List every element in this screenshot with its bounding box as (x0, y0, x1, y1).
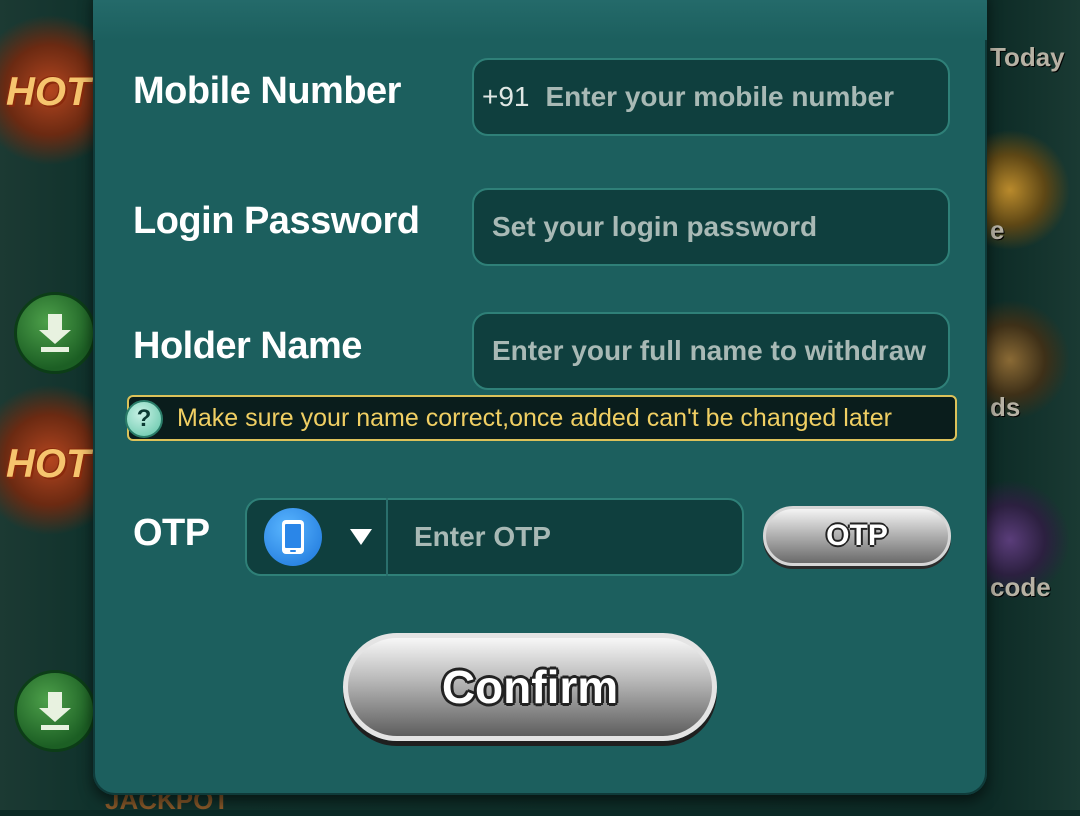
mobile-number-label: Mobile Number (133, 70, 401, 112)
login-password-field[interactable]: Set your login password (472, 188, 950, 266)
confirm-button-label: Confirm (441, 661, 619, 713)
side-menu-label: ds (990, 392, 1021, 422)
phone-icon[interactable] (264, 508, 322, 566)
otp-label: OTP (133, 512, 210, 554)
chevron-down-icon[interactable] (350, 529, 372, 545)
confirm-button[interactable]: Confirm (343, 633, 717, 741)
login-password-label: Login Password (133, 200, 420, 242)
download-button[interactable] (14, 292, 96, 374)
country-code: +91 (482, 81, 530, 112)
send-otp-button[interactable]: OTP (763, 506, 951, 566)
hot-game-tile-label: HOT (6, 442, 91, 486)
download-button[interactable] (14, 670, 96, 752)
holder-name-placeholder: Enter your full name to withdraw (492, 335, 927, 366)
field-divider (386, 498, 388, 576)
question-icon: ? (125, 400, 163, 438)
side-menu-label-today: Today (990, 42, 1065, 72)
hint-text: Make sure your name correct,once added c… (177, 403, 892, 432)
hot-game-tile-label: HOT (6, 70, 91, 114)
mobile-number-field[interactable]: +91 Enter your mobile number (472, 58, 950, 136)
otp-field[interactable]: Enter OTP (245, 498, 744, 576)
send-otp-button-label: OTP (826, 519, 888, 552)
download-arrow-icon (39, 692, 71, 730)
mobile-number-placeholder: Enter your mobile number (545, 81, 895, 112)
side-menu-label: e (990, 215, 1005, 245)
side-menu-label-code: code (990, 572, 1051, 602)
name-warning-hint: ? Make sure your name correct,once added… (125, 395, 957, 441)
download-arrow-icon (39, 314, 71, 352)
holder-name-label: Holder Name (133, 325, 362, 367)
login-password-placeholder: Set your login password (492, 211, 818, 242)
otp-placeholder: Enter OTP (414, 521, 551, 552)
holder-name-field[interactable]: Enter your full name to withdraw (472, 312, 950, 390)
